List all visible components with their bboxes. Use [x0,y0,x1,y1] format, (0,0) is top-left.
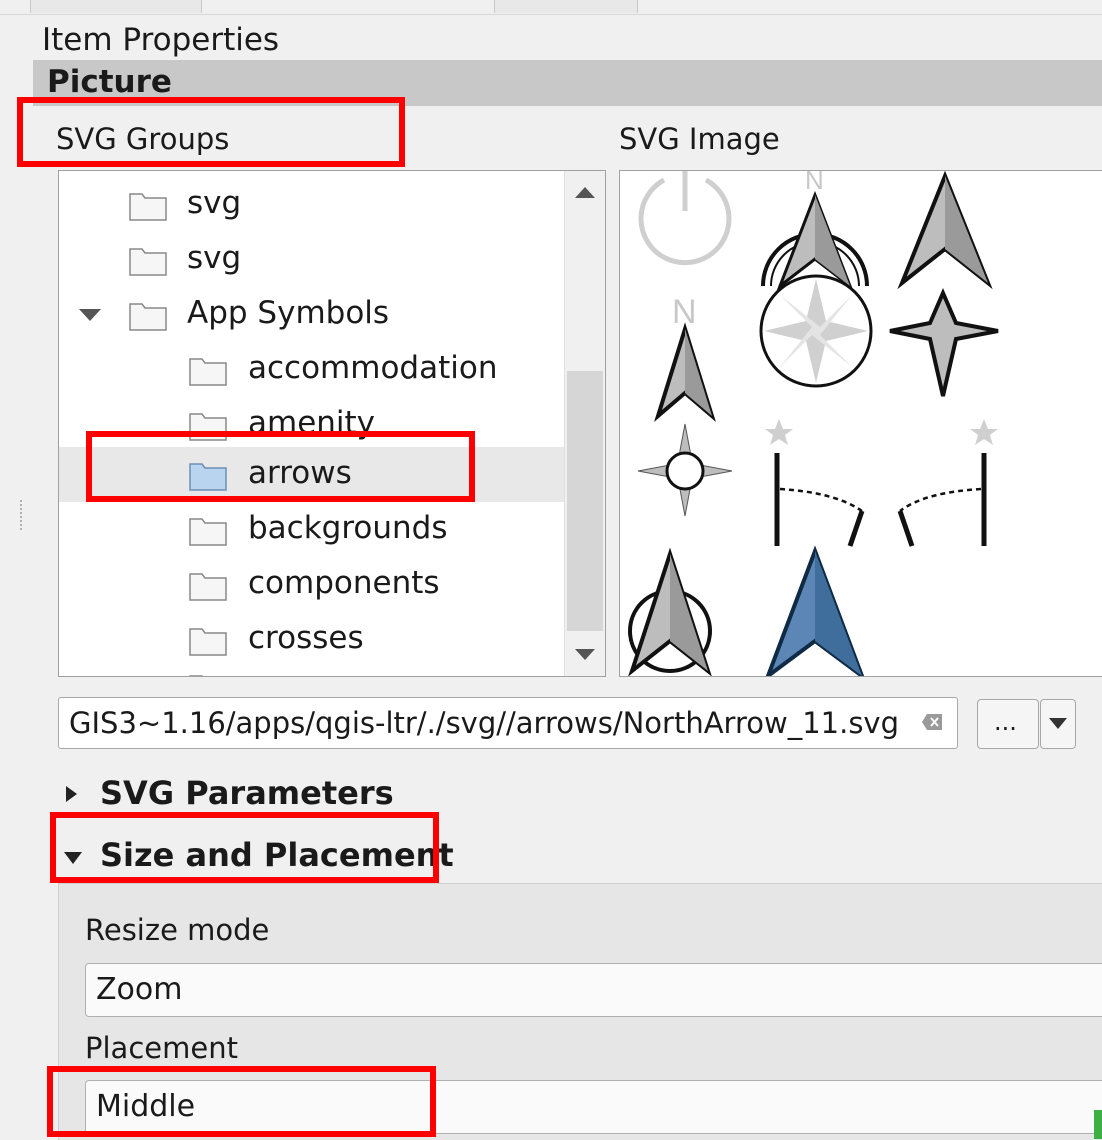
four-point-star-icon[interactable] [889,287,999,397]
tree-item-svg-2[interactable]: svg [59,232,564,287]
scroll-down-icon[interactable] [575,649,595,660]
tree-item-label: App Symbols [187,295,390,331]
svg-thumbnails: N N [628,171,999,676]
svg-image-grid[interactable]: N N [619,170,1102,677]
chevron-down-icon [1049,718,1067,729]
tree-item-label: crosses [248,620,364,656]
dock-tab[interactable] [494,0,638,13]
tree-item-components[interactable]: components [59,557,564,612]
svg-parameters-header[interactable]: SVG Parameters [58,772,458,816]
tree-item-label: svg [187,240,242,276]
svg-path-input[interactable]: GIS3~1.16/apps/qgis-ltr/./svg//arrows/No… [58,697,958,749]
compass-rose-icon[interactable] [759,274,873,388]
tree-item-app-symbols[interactable]: App Symbols [59,287,564,342]
star-bracket-left-icon[interactable] [765,419,865,547]
collapse-arrow-icon [66,786,77,802]
folder-icon [129,248,167,276]
star-bracket-right-icon[interactable] [897,419,998,547]
svg-groups-tree[interactable]: svg svg App Symbols accommodation amenit… [58,170,606,677]
dock-tab-strip [0,0,1102,15]
power-icon[interactable] [638,171,732,266]
scroll-thumb[interactable] [567,371,603,631]
north-arrow-circle-icon[interactable]: N [761,171,869,291]
status-indicator [1094,1110,1102,1139]
svg-text:N: N [805,171,824,195]
north-arrow-blue-icon[interactable] [765,545,865,676]
folder-icon [189,628,227,656]
folder-icon [129,193,167,221]
placement-label: Placement [85,1031,238,1065]
tree-item-backgrounds[interactable]: backgrounds [59,502,564,557]
svg-path-value: GIS3~1.16/apps/qgis-ltr/./svg//arrows/No… [69,706,899,740]
resize-mode-value: Zoom [96,972,183,1007]
north-arrow-n-icon[interactable]: N [654,293,716,422]
splitter-handle[interactable] [20,500,26,530]
browse-button[interactable]: ... [977,699,1039,749]
tree-item-partial[interactable] [59,667,564,676]
folder-icon [129,303,167,331]
tree-scrollbar[interactable] [564,171,605,676]
expand-caret-icon[interactable] [79,309,101,321]
folder-icon [189,358,227,386]
section-title: Picture [47,64,172,100]
browse-label: ... [994,708,1017,736]
tree-item-label: accommodation [248,350,498,386]
panel-title: Item Properties [42,22,280,58]
highlight-box [86,431,475,502]
tree-item-svg-1[interactable]: svg [59,177,564,232]
folder-icon [189,518,227,546]
highlight-box [50,812,439,883]
small-compass-icon[interactable] [637,423,733,517]
dock-tab[interactable] [30,0,202,13]
svg-parameters-label: SVG Parameters [100,774,394,812]
browse-menu-button[interactable] [1040,699,1076,749]
folder-icon [189,675,203,676]
svg-image-label: SVG Image [619,122,780,156]
highlight-box [47,1066,436,1137]
tree-item-accommodation[interactable]: accommodation [59,342,564,397]
tree-item-label: components [248,565,440,601]
resize-mode-label: Resize mode [85,913,270,947]
tree-item-label: svg [187,185,242,221]
folder-icon [189,573,227,601]
north-arrow-ring-icon[interactable] [628,547,712,676]
resize-mode-select[interactable]: Zoom [85,963,1102,1017]
scroll-up-icon[interactable] [575,187,595,198]
north-arrow-icon[interactable] [897,171,993,290]
tree-item-label: backgrounds [248,510,448,546]
tree-item-crosses[interactable]: crosses [59,612,564,667]
clear-icon[interactable] [921,712,943,732]
highlight-box [17,97,405,167]
